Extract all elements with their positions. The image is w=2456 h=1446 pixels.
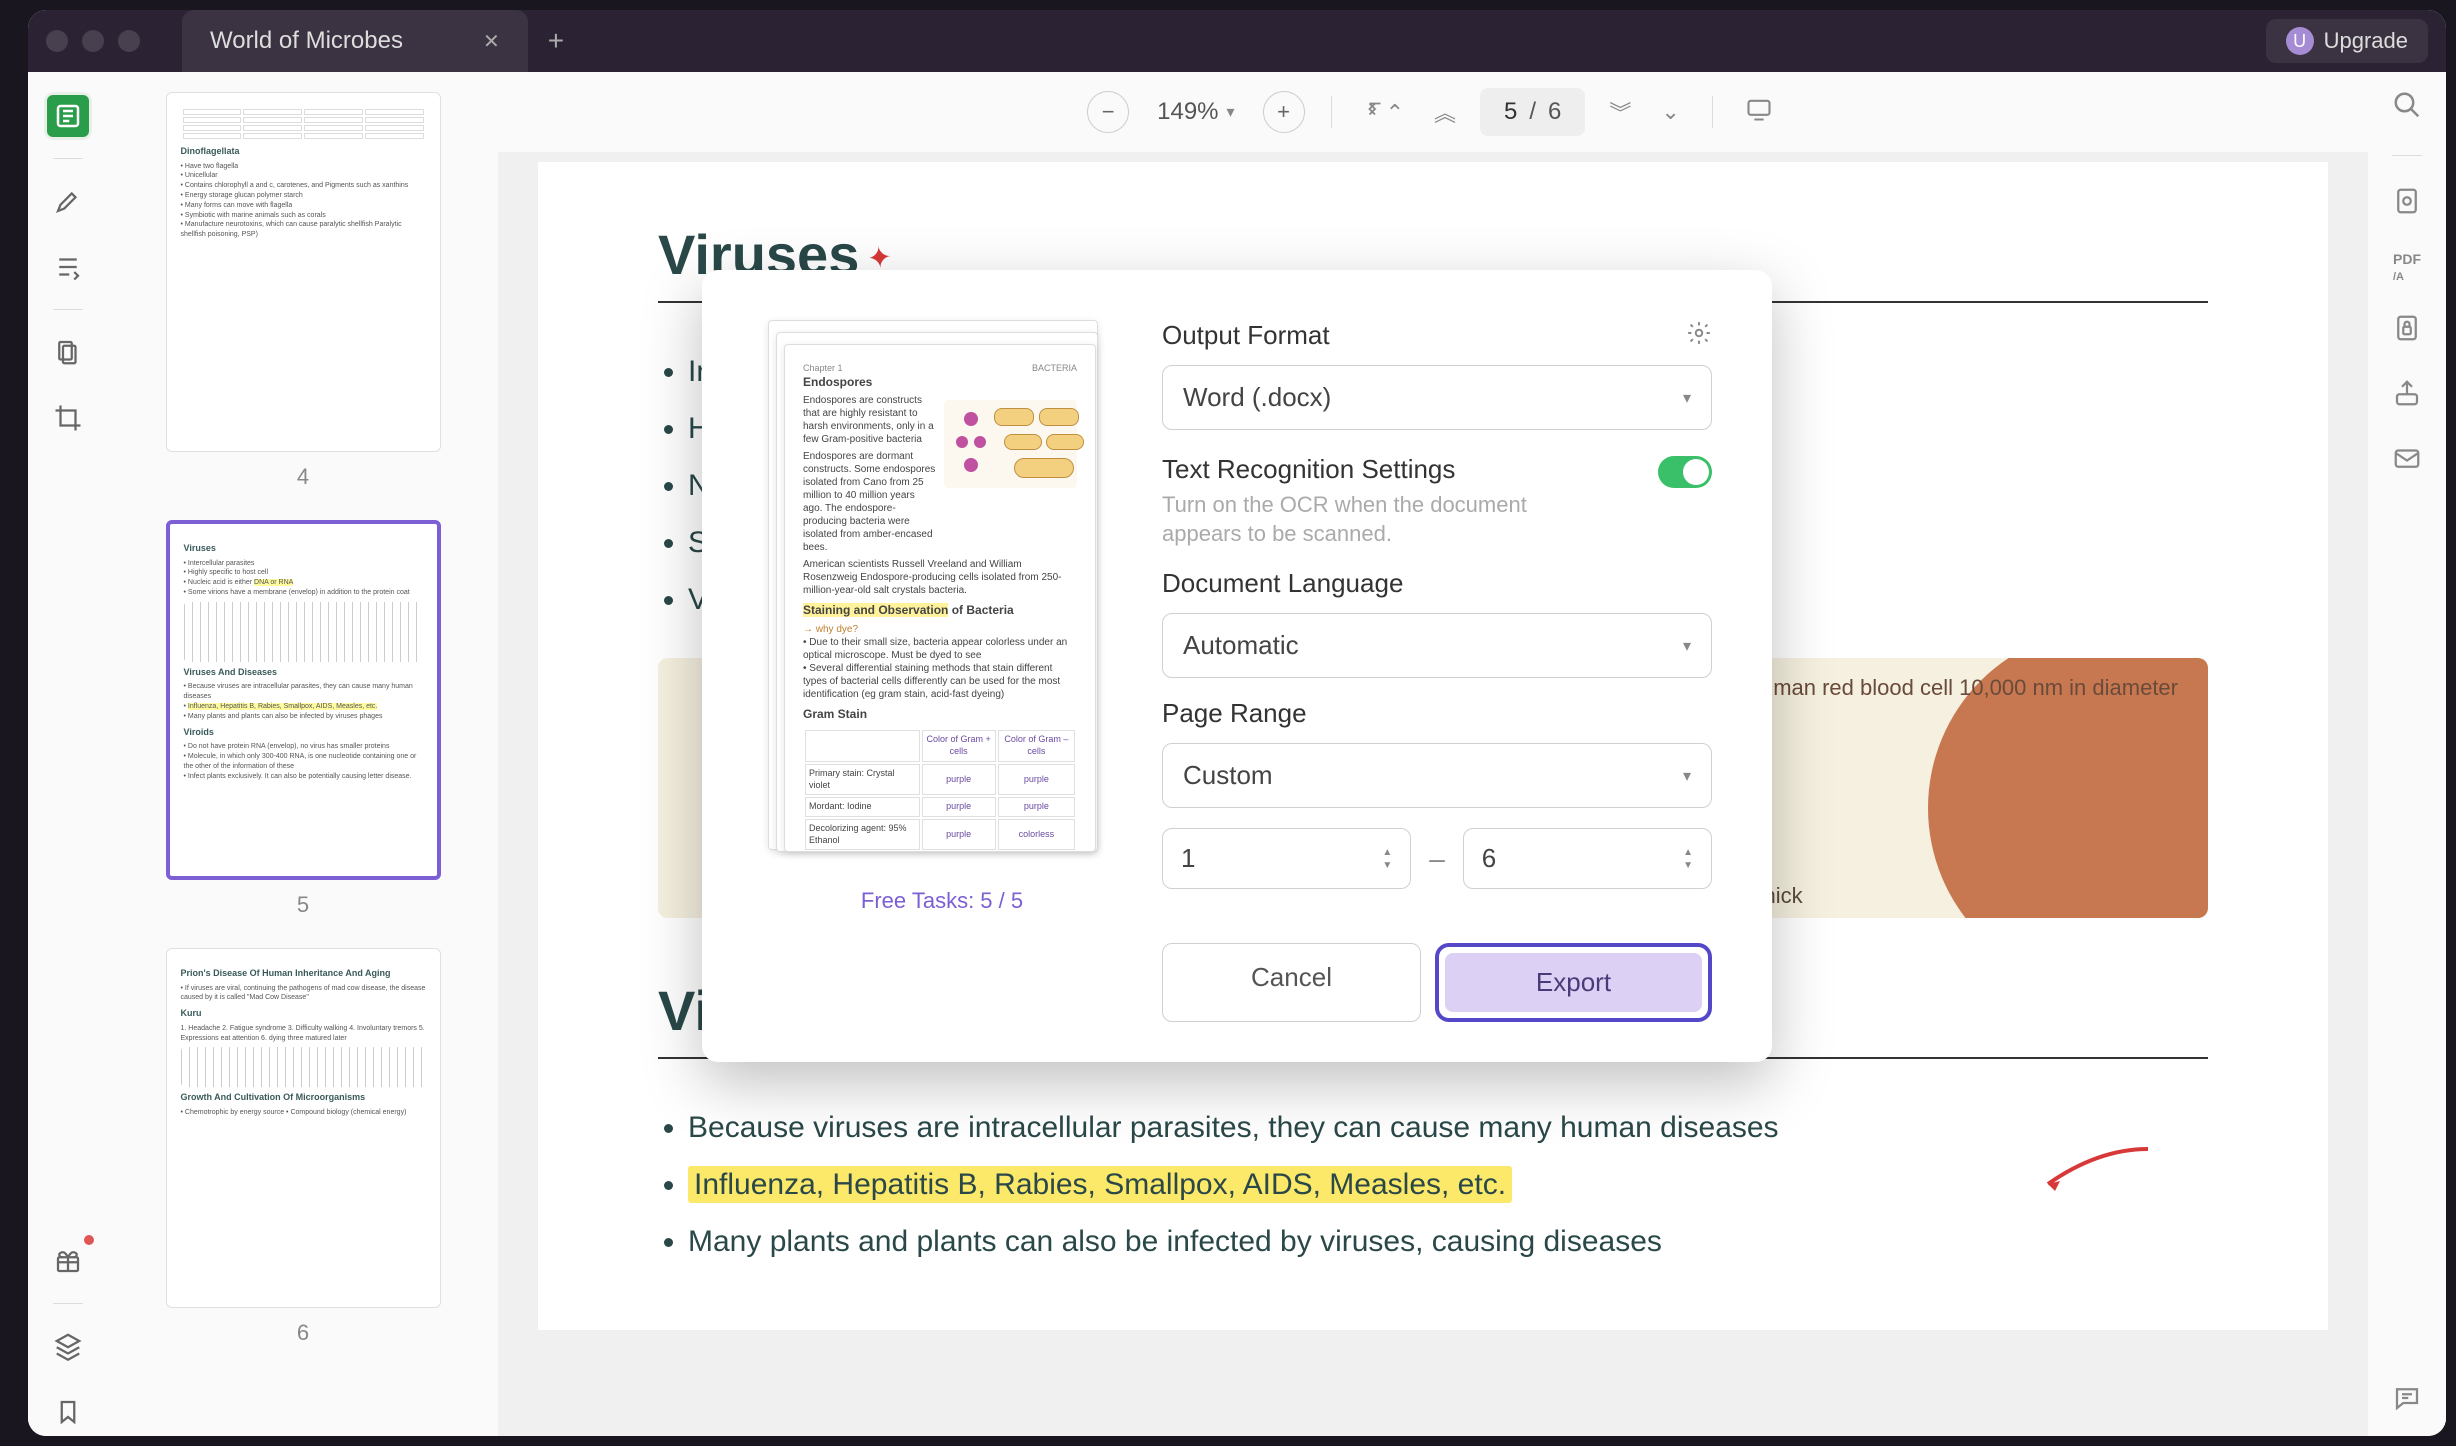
export-button[interactable]: Export (1445, 953, 1702, 1012)
ocr-label: Text Recognition Settings (1162, 454, 1582, 485)
language-label: Document Language (1162, 568, 1712, 599)
range-to-value: 6 (1482, 843, 1496, 874)
format-settings-button[interactable] (1686, 320, 1712, 351)
chevron-down-icon: ▾ (1683, 636, 1691, 656)
range-from-value: 1 (1181, 843, 1195, 874)
select-value: Word (.docx) (1183, 382, 1331, 413)
ocr-toggle[interactable] (1658, 456, 1712, 488)
page-range-select[interactable]: Custom ▾ (1162, 743, 1712, 808)
language-select[interactable]: Automatic ▾ (1162, 613, 1712, 678)
export-form: Output Format Word (.docx) ▾ Text Recogn… (1162, 320, 1712, 1022)
range-to-input[interactable]: 6 ▲▼ (1463, 828, 1712, 889)
export-modal: Chapter 1BACTERIA Endospores Endospores … (702, 270, 1772, 1062)
ocr-description: Turn on the OCR when the document appear… (1162, 491, 1582, 548)
chevron-down-icon: ▾ (1683, 388, 1691, 408)
chevron-down-icon: ▾ (1683, 766, 1691, 786)
free-tasks-label: Free Tasks: 5 / 5 (762, 888, 1122, 914)
export-modal-overlay: Chapter 1BACTERIA Endospores Endospores … (28, 10, 2446, 1436)
export-preview: Chapter 1BACTERIA Endospores Endospores … (762, 320, 1122, 1022)
output-format-label: Output Format (1162, 320, 1330, 351)
range-from-input[interactable]: 1 ▲▼ (1162, 828, 1411, 889)
stepper-icon[interactable]: ▲▼ (1683, 847, 1693, 871)
select-value: Automatic (1183, 630, 1299, 661)
stepper-icon[interactable]: ▲▼ (1382, 847, 1392, 871)
cancel-button[interactable]: Cancel (1162, 943, 1421, 1022)
output-format-select[interactable]: Word (.docx) ▾ (1162, 365, 1712, 430)
app-window: World of Microbes ✕ + U Upgrade (28, 10, 2446, 1436)
page-range-label: Page Range (1162, 698, 1712, 729)
export-button-focus-ring: Export (1435, 943, 1712, 1022)
select-value: Custom (1183, 760, 1273, 791)
